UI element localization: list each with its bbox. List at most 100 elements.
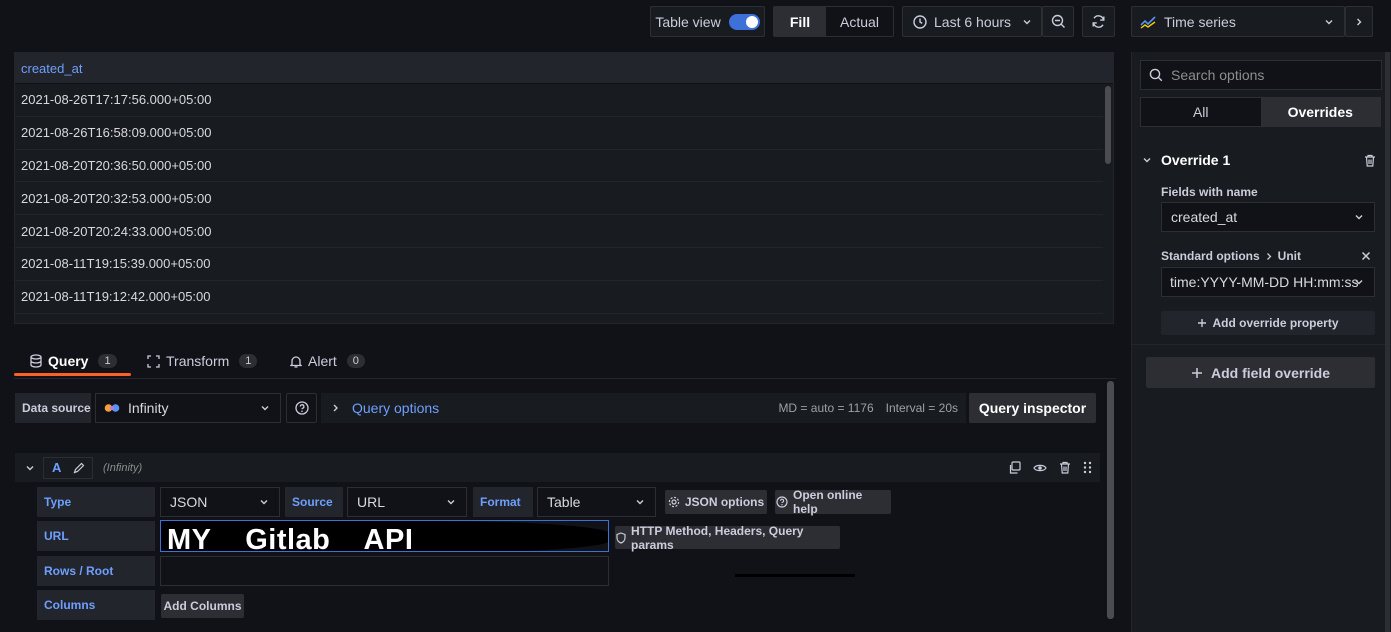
fields-with-name-label: Fields with name — [1161, 185, 1258, 199]
format-select[interactable]: Table — [537, 487, 656, 517]
database-icon — [30, 354, 42, 368]
data-source-help-button[interactable] — [286, 393, 317, 423]
plus-icon — [1197, 318, 1207, 328]
chevron-right-icon — [1265, 252, 1273, 261]
add-columns-button[interactable]: Add Columns — [161, 594, 244, 618]
query-options-bar[interactable]: Query options MD = auto = 1176 Interval … — [321, 393, 966, 423]
interval-info: Interval = 20s — [885, 401, 958, 415]
actual-button[interactable]: Actual — [826, 7, 893, 36]
eye-icon[interactable] — [1033, 463, 1047, 473]
rows-root-input[interactable] — [160, 556, 609, 586]
chevron-down-icon — [260, 403, 270, 413]
source-label: Source — [285, 487, 343, 517]
trash-icon[interactable] — [1059, 461, 1071, 474]
source-value: URL — [357, 494, 386, 510]
tab-all[interactable]: All — [1141, 98, 1261, 126]
plus-icon — [1191, 367, 1203, 379]
type-value: JSON — [170, 494, 208, 510]
refresh-icon — [1091, 14, 1106, 29]
open-online-help-button[interactable]: Open online help — [775, 488, 891, 516]
refresh-button[interactable] — [1082, 6, 1115, 37]
source-select[interactable]: URL — [347, 487, 467, 517]
chevron-down-icon[interactable] — [25, 463, 35, 473]
add-override-property-label: Add override property — [1212, 316, 1339, 330]
url-value: MY Gitlab API — [167, 524, 414, 552]
table-body: 2021-08-26T17:17:56.000+05:00 2021-08-26… — [15, 84, 1113, 314]
table-row: 2021-08-20T20:36:50.000+05:00 — [15, 150, 1103, 183]
pencil-icon[interactable] — [73, 462, 85, 474]
trash-icon[interactable] — [1364, 154, 1376, 167]
add-override-property-button[interactable]: Add override property — [1161, 311, 1375, 335]
query-row-actions — [1008, 461, 1100, 474]
override-1-header[interactable]: Override 1 — [1142, 150, 1380, 170]
tab-transform[interactable]: Transform 1 — [147, 346, 258, 376]
http-method-button[interactable]: HTTP Method, Headers, Query params — [615, 523, 840, 552]
url-label: URL — [37, 521, 155, 551]
search-icon — [1149, 68, 1163, 82]
options-pane-scrollbar[interactable] — [1385, 52, 1390, 632]
unit-select[interactable]: time:YYYY-MM-DD HH:mm:ss — [1161, 267, 1375, 297]
query-options-label: Query options — [352, 400, 440, 416]
time-range-picker[interactable]: Last 6 hours — [902, 6, 1042, 37]
data-source-picker[interactable]: Infinity — [95, 393, 281, 423]
tab-alert[interactable]: Alert 0 — [290, 346, 365, 376]
viz-type-label: Time series — [1164, 13, 1236, 30]
standard-options-unit-row: Standard options Unit — [1161, 248, 1375, 264]
table-scrollbar[interactable] — [1105, 86, 1111, 164]
zoom-out-button[interactable] — [1042, 6, 1074, 37]
type-select[interactable]: JSON — [160, 487, 280, 517]
clock-icon — [913, 14, 927, 29]
chevron-down-icon — [1324, 17, 1334, 27]
drag-handle-icon[interactable] — [1083, 461, 1092, 474]
query-editor-scrollbar[interactable] — [1107, 381, 1114, 619]
tab-transform-label: Transform — [166, 353, 230, 369]
toggle-switch[interactable] — [728, 13, 760, 30]
active-tab-underline — [14, 373, 131, 376]
format-label: Format — [473, 487, 533, 517]
fill-actual-group: Fill Actual — [773, 6, 894, 37]
table-row: 2021-08-26T16:58:09.000+05:00 — [15, 117, 1103, 150]
chevron-down-icon — [446, 497, 456, 507]
table-view-toggle[interactable]: Table view — [650, 6, 765, 37]
table-row: 2021-08-20T20:24:33.000+05:00 — [15, 215, 1103, 248]
tab-transform-count: 1 — [239, 354, 258, 368]
data-source-label: Data source — [15, 393, 91, 423]
gear-icon — [668, 496, 680, 508]
tab-alert-label: Alert — [308, 353, 337, 369]
format-value: Table — [547, 494, 581, 510]
chevron-down-icon — [259, 497, 269, 507]
unit-label: Unit — [1277, 249, 1301, 263]
fill-button[interactable]: Fill — [774, 7, 826, 36]
close-icon[interactable] — [1361, 251, 1371, 261]
table-header-created-at[interactable]: created_at — [15, 53, 1113, 84]
json-options-label: JSON options — [684, 495, 765, 509]
rows-root-label: Rows / Root — [37, 556, 155, 586]
url-input[interactable]: MY Gitlab API — [160, 520, 609, 552]
chevron-down-icon — [1354, 212, 1364, 222]
time-range-label: Last 6 hours — [934, 13, 1012, 30]
query-ref-id[interactable]: A — [43, 456, 93, 479]
redaction-line — [735, 574, 855, 577]
zoom-out-icon — [1051, 14, 1066, 29]
query-inspector-button[interactable]: Query inspector — [969, 393, 1096, 423]
query-a-header: A (Infinity) — [15, 453, 1100, 482]
tab-query[interactable]: Query 1 — [30, 346, 117, 376]
time-series-icon — [1140, 15, 1156, 29]
fields-with-name-select[interactable]: created_at — [1161, 202, 1375, 232]
duplicate-icon[interactable] — [1008, 461, 1021, 474]
transform-icon — [147, 354, 160, 368]
collapse-options-button[interactable] — [1345, 6, 1373, 37]
unit-value: time:YYYY-MM-DD HH:mm:ss — [1170, 274, 1359, 290]
chevron-down-icon — [1354, 277, 1364, 287]
type-label: Type — [37, 487, 155, 517]
json-options-button[interactable]: JSON options — [665, 490, 767, 514]
add-field-override-button[interactable]: Add field override — [1146, 357, 1375, 388]
tab-overrides[interactable]: Overrides — [1260, 98, 1380, 126]
add-field-override-label: Add field override — [1210, 364, 1331, 381]
search-options-input[interactable]: Search options — [1140, 60, 1382, 90]
chevron-right-icon — [331, 403, 340, 413]
fields-with-name-value: created_at — [1171, 209, 1238, 225]
http-method-label: HTTP Method, Headers, Query params — [631, 523, 804, 552]
visualization-picker[interactable]: Time series — [1131, 6, 1345, 37]
query-ref-id-label: A — [52, 460, 62, 475]
